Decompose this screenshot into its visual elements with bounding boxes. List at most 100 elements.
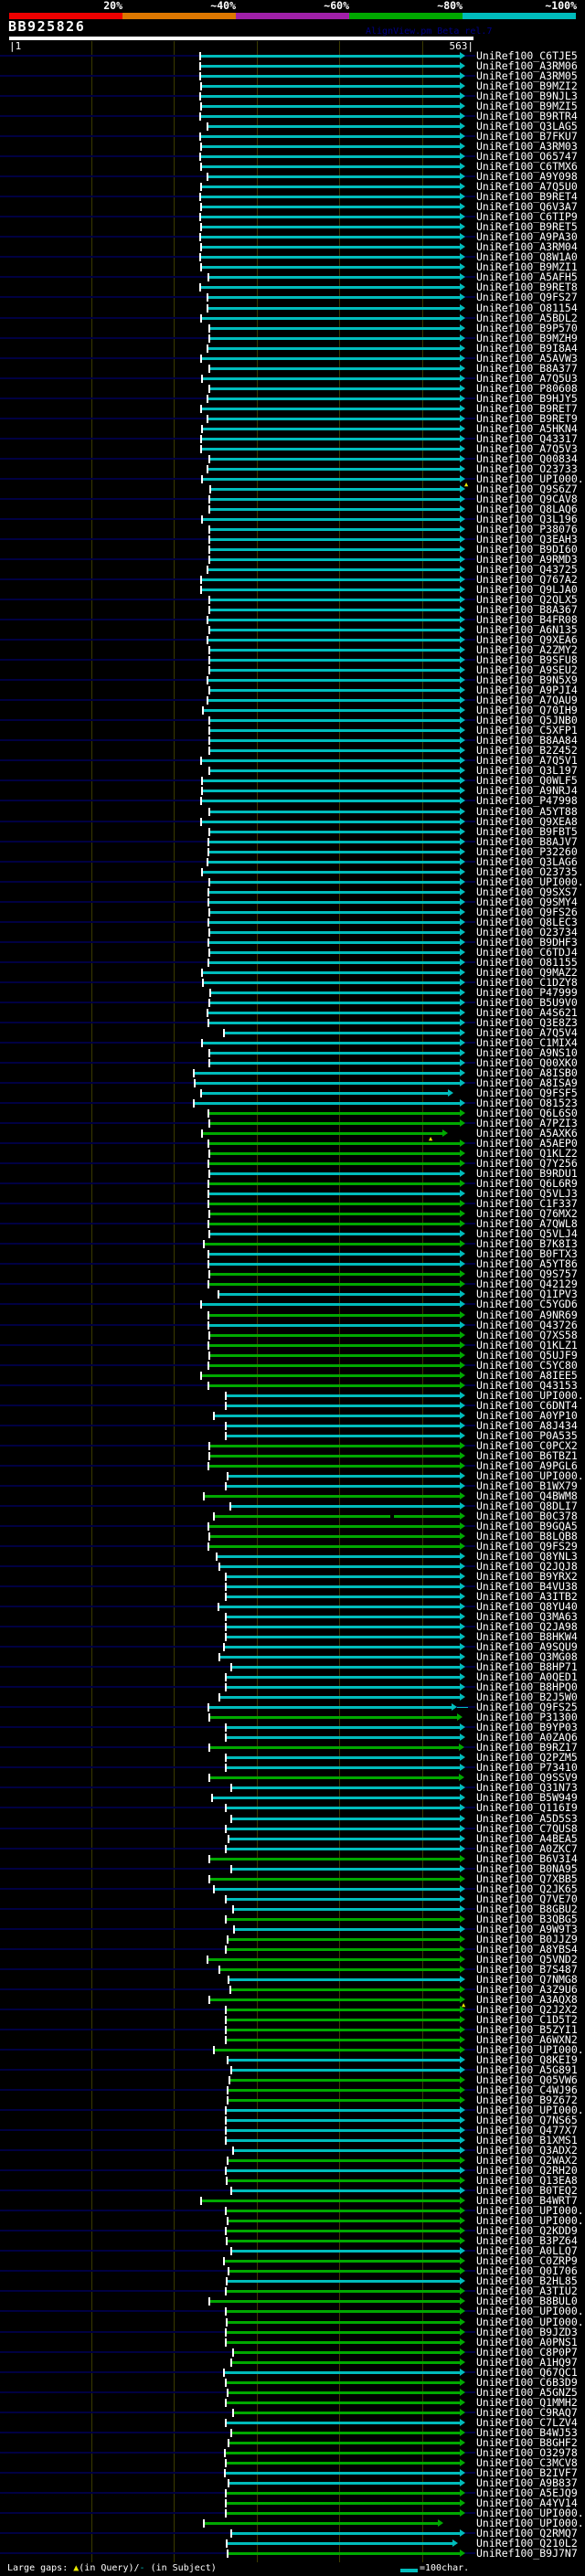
- alignment-bar[interactable]: [219, 1696, 460, 1700]
- alignment-bar[interactable]: [227, 2179, 460, 2183]
- alignment-bar[interactable]: [207, 619, 460, 622]
- alignment-bar[interactable]: [231, 1666, 460, 1670]
- alignment-bar[interactable]: [209, 1746, 459, 1750]
- alignment-bar[interactable]: [209, 1454, 460, 1458]
- alignment-bar[interactable]: [226, 1917, 460, 1921]
- alignment-bar[interactable]: [226, 2290, 460, 2294]
- alignment-bar[interactable]: [214, 1514, 460, 1518]
- alignment-bar[interactable]: [207, 639, 460, 642]
- alignment-bar[interactable]: [207, 860, 460, 864]
- alignment-bar[interactable]: [233, 2149, 460, 2153]
- alignment-bar[interactable]: [226, 1947, 460, 1951]
- alignment-bar[interactable]: [201, 759, 460, 763]
- alignment-bar[interactable]: [194, 1072, 460, 1076]
- alignment-bar[interactable]: [227, 2280, 460, 2284]
- alignment-bar[interactable]: [204, 1243, 460, 1246]
- alignment-bar[interactable]: [226, 2038, 460, 2041]
- alignment-bar[interactable]: [209, 507, 460, 511]
- alignment-bar[interactable]: [228, 2089, 460, 2093]
- alignment-bar[interactable]: [231, 2360, 460, 2364]
- alignment-bar[interactable]: [201, 105, 460, 109]
- alignment-bar[interactable]: [209, 1877, 460, 1881]
- alignment-bar[interactable]: [209, 1534, 460, 1538]
- alignment-bar[interactable]: [218, 1606, 460, 1609]
- alignment-bar[interactable]: [207, 568, 460, 572]
- alignment-bar[interactable]: [209, 497, 460, 501]
- alignment-bar[interactable]: [234, 1927, 460, 1931]
- alignment-bar[interactable]: [226, 2330, 460, 2334]
- alignment-bar[interactable]: [208, 900, 460, 904]
- alignment-bar[interactable]: [208, 1343, 460, 1347]
- alignment-bar[interactable]: [227, 2320, 460, 2324]
- alignment-bar[interactable]: [226, 2169, 460, 2173]
- alignment-bar[interactable]: [209, 1353, 460, 1357]
- alignment-bar[interactable]: [230, 1988, 460, 1991]
- alignment-bar[interactable]: [208, 1263, 460, 1267]
- alignment-bar[interactable]: [224, 2370, 460, 2374]
- alignment-bar[interactable]: [231, 2431, 460, 2434]
- alignment-bar[interactable]: [203, 981, 460, 984]
- alignment-bar[interactable]: [226, 2421, 460, 2424]
- alignment-bar[interactable]: [228, 2551, 460, 2555]
- alignment-bar[interactable]: [231, 1786, 460, 1790]
- alignment-bar[interactable]: [217, 1554, 460, 1558]
- alignment-bar[interactable]: [209, 1333, 460, 1337]
- alignment-bar[interactable]: [202, 1132, 442, 1136]
- alignment-bar[interactable]: [227, 2541, 452, 2545]
- alignment-bar[interactable]: [229, 2079, 460, 2083]
- alignment-bar[interactable]: [226, 2109, 460, 2113]
- alignment-bar[interactable]: [229, 1977, 460, 1981]
- alignment-bar[interactable]: [200, 236, 460, 239]
- alignment-bar[interactable]: [201, 266, 460, 270]
- alignment-bar[interactable]: [208, 1203, 460, 1206]
- alignment-bar[interactable]: [201, 316, 460, 320]
- alignment-bar[interactable]: [229, 1837, 460, 1840]
- alignment-bar[interactable]: [202, 790, 460, 793]
- alignment-bar[interactable]: [200, 65, 460, 69]
- alignment-bar[interactable]: [209, 769, 460, 773]
- alignment-bar[interactable]: [226, 2501, 460, 2505]
- alignment-bar[interactable]: [226, 1394, 460, 1397]
- alignment-bar[interactable]: [201, 165, 460, 169]
- alignment-bar[interactable]: [228, 1474, 460, 1478]
- alignment-bar[interactable]: [209, 1776, 459, 1780]
- alignment-bar[interactable]: [224, 1031, 460, 1034]
- alignment-bar[interactable]: [209, 2300, 460, 2304]
- alignment-bar[interactable]: [202, 779, 460, 783]
- alignment-bar[interactable]: [195, 1082, 460, 1086]
- alignment-bar[interactable]: [201, 226, 460, 229]
- alignment-bar[interactable]: [201, 206, 460, 209]
- alignment-bar[interactable]: [208, 1223, 460, 1226]
- alignment-bar[interactable]: [226, 1827, 460, 1830]
- alignment-bar[interactable]: [204, 2521, 438, 2525]
- alignment-bar[interactable]: [208, 940, 460, 944]
- alignment-bar[interactable]: [231, 2189, 460, 2193]
- alignment-bar[interactable]: [209, 749, 460, 753]
- alignment-bar[interactable]: [208, 276, 460, 280]
- alignment-bar[interactable]: [207, 346, 460, 350]
- alignment-bar[interactable]: [204, 1494, 460, 1498]
- alignment-bar[interactable]: [226, 2401, 460, 2404]
- alignment-bar[interactable]: [209, 1172, 460, 1176]
- alignment-bar[interactable]: [201, 246, 460, 249]
- alignment-bar[interactable]: [209, 669, 460, 673]
- alignment-bar[interactable]: [231, 1817, 460, 1820]
- alignment-bar[interactable]: [231, 2069, 460, 2072]
- alignment-bar[interactable]: [208, 850, 460, 853]
- alignment-bar[interactable]: [200, 196, 460, 199]
- alignment-bar[interactable]: [226, 1756, 460, 1760]
- alignment-bar[interactable]: [209, 1062, 460, 1065]
- alignment-bar[interactable]: [208, 890, 460, 894]
- alignment-bar[interactable]: [208, 1283, 460, 1287]
- alignment-bar[interactable]: [209, 739, 460, 743]
- alignment-bar[interactable]: [210, 487, 460, 491]
- alignment-bar[interactable]: [202, 870, 460, 874]
- alignment-bar[interactable]: [229, 2441, 460, 2444]
- alignment-bar[interactable]: [209, 1233, 460, 1236]
- alignment-bar[interactable]: [226, 1736, 460, 1740]
- alignment-bar[interactable]: [201, 800, 460, 803]
- alignment-bar[interactable]: [201, 578, 460, 582]
- alignment-bar[interactable]: [209, 930, 460, 934]
- alignment-bar[interactable]: [226, 2310, 460, 2314]
- alignment-bar[interactable]: [226, 1766, 460, 1770]
